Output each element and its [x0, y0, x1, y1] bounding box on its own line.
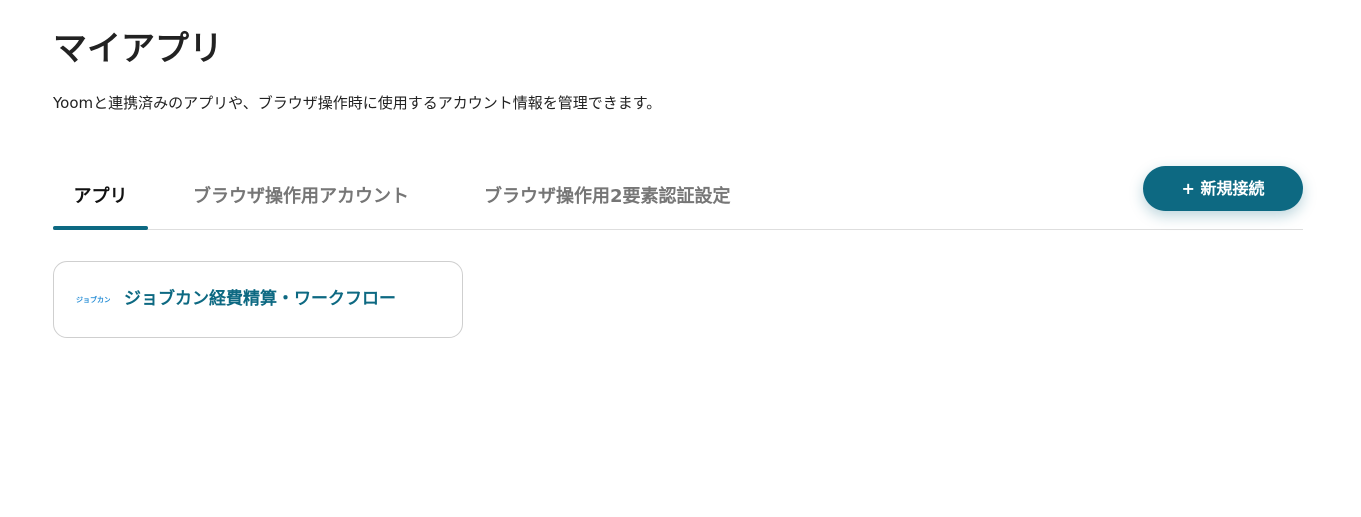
page-title: マイアプリ	[53, 29, 223, 69]
new-connection-button[interactable]: + 新規接続	[1143, 166, 1303, 211]
tab-browser-2fa-settings[interactable]: ブラウザ操作用2要素認証設定	[484, 165, 731, 229]
app-name: ジョブカン経費精算・ワークフロー	[124, 289, 396, 309]
jobcan-logo-icon: ジョブカン	[76, 295, 110, 304]
jobcan-logo-text: ジョブカン	[76, 295, 110, 304]
tab-browser-accounts[interactable]: ブラウザ操作用アカウント	[193, 165, 409, 229]
app-card-jobcan-expense-workflow[interactable]: ジョブカン ジョブカン経費精算・ワークフロー	[53, 261, 463, 338]
page-description: Yoomと連携済みのアプリや、ブラウザ操作時に使用するアカウント情報を管理できま…	[53, 94, 662, 112]
tab-bar: アプリ ブラウザ操作用アカウント ブラウザ操作用2要素認証設定	[53, 165, 1303, 230]
tab-apps[interactable]: アプリ	[53, 165, 148, 230]
